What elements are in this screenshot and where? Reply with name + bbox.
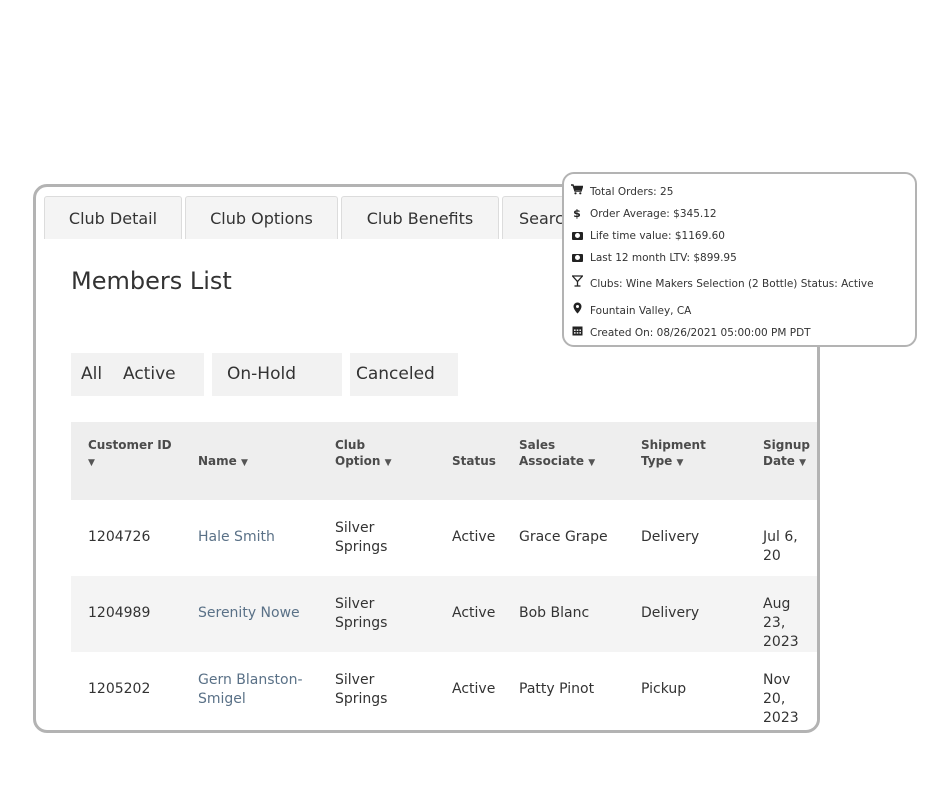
dollar-icon: $ — [573, 207, 581, 220]
header-club-option[interactable]: Club Option ▼ — [335, 437, 392, 471]
cash-icon — [570, 229, 584, 243]
sort-caret-icon: ▼ — [676, 458, 684, 468]
tooltip-lifetime-value: Life time value: $1169.60 — [570, 229, 725, 243]
tooltip-created-on: Created On: 08/26/2021 05:00:00 PM PDT — [570, 325, 811, 340]
cell-club-option: Silver Springs — [335, 596, 388, 631]
cell-status: Active — [452, 681, 496, 697]
sort-caret-icon: ▼ — [588, 458, 596, 468]
cocktail-glass-icon — [570, 275, 584, 291]
tab-club-benefits[interactable]: Club Benefits — [341, 196, 499, 239]
cell-club-option: Silver Springs — [335, 672, 388, 707]
filter-all-button[interactable]: All — [71, 353, 119, 396]
customer-name-link[interactable]: Hale Smith — [198, 528, 275, 547]
sort-caret-icon: ▼ — [240, 458, 248, 468]
cell-signup-date: Jul 6, 20 — [763, 529, 798, 564]
page-title: Members List — [71, 267, 232, 295]
table-row[interactable]: 1204989 Serenity Nowe Silver Springs Act… — [71, 576, 817, 652]
tab-club-detail[interactable]: Club Detail — [44, 196, 182, 239]
sort-caret-icon: ▼ — [384, 458, 392, 468]
calendar-icon — [570, 325, 584, 340]
table-row[interactable]: 1204726 Hale Smith Silver Springs Active… — [71, 500, 817, 576]
header-status: Status — [452, 454, 496, 468]
cell-sales-associate: Grace Grape — [519, 529, 608, 545]
cell-sales-associate: Patty Pinot — [519, 681, 595, 697]
tooltip-order-average: $ Order Average: $345.12 — [570, 207, 716, 221]
cell-shipment-type: Pickup — [641, 681, 687, 697]
cell-status: Active — [452, 605, 496, 621]
filter-canceled-button[interactable]: Canceled — [350, 353, 458, 396]
cell-status: Active — [452, 529, 496, 545]
cart-icon — [570, 184, 584, 199]
cell-sales-associate: Bob Blanc — [519, 605, 590, 621]
header-signup-date[interactable]: Signup Date ▼ — [763, 437, 810, 471]
tooltip-total-orders: Total Orders: 25 — [570, 184, 673, 199]
tab-club-options[interactable]: Club Options — [185, 196, 338, 239]
filter-on-hold-button[interactable]: On-Hold — [212, 353, 342, 396]
cell-shipment-type: Delivery — [641, 605, 700, 621]
cell-shipment-type: Delivery — [641, 529, 700, 545]
cell-signup-date: Aug 23, 2023 — [763, 596, 799, 650]
tooltip-location: Fountain Valley, CA — [570, 302, 691, 318]
customer-summary-tooltip: Total Orders: 25 $ Order Average: $345.12… — [562, 172, 917, 347]
table-header: Customer ID ▼ Name ▼ Club Option ▼ Statu… — [71, 422, 817, 500]
cell-customer-id: 1204989 — [88, 605, 151, 621]
table-row[interactable]: 1205202 Gern Blanston- Smigel Silver Spr… — [71, 652, 817, 728]
map-marker-icon — [570, 302, 584, 318]
tooltip-clubs: Clubs: Wine Makers Selection (2 Bottle) … — [570, 275, 874, 291]
filter-active-button[interactable]: Active — [119, 353, 204, 396]
customer-name-link[interactable]: Serenity Nowe — [198, 604, 300, 623]
cell-signup-date: Nov 20, 2023 — [763, 672, 799, 726]
customer-name-link[interactable]: Gern Blanston- Smigel — [198, 671, 303, 709]
tooltip-last12-ltv: Last 12 month LTV: $899.95 — [570, 251, 737, 265]
cash-icon — [570, 251, 584, 265]
header-name[interactable]: Name ▼ — [198, 453, 248, 471]
header-sales-associate[interactable]: Sales Associate ▼ — [519, 437, 595, 471]
header-shipment-type[interactable]: Shipment Type ▼ — [641, 437, 706, 471]
cell-customer-id: 1204726 — [88, 529, 151, 545]
header-customer-id[interactable]: Customer ID ▼ — [88, 437, 172, 471]
cell-club-option: Silver Springs — [335, 520, 388, 555]
sort-caret-icon: ▼ — [799, 458, 807, 468]
cell-customer-id: 1205202 — [88, 681, 151, 697]
sort-caret-icon: ▼ — [88, 458, 95, 468]
